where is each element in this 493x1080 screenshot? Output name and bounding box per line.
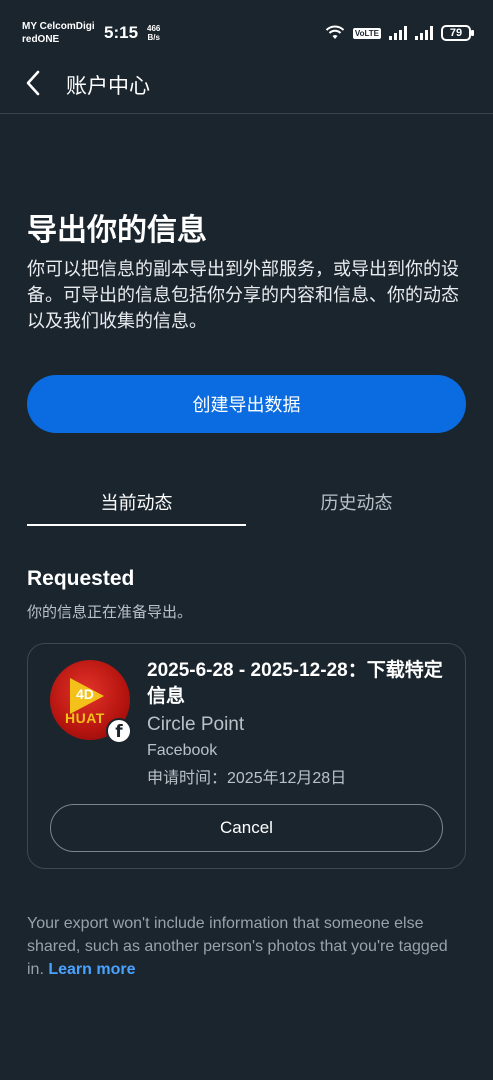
- battery-icon: 79: [441, 25, 474, 41]
- network-speed: 466 B/s: [147, 24, 160, 42]
- export-request-card: 4D HUAT f 2025-6-28 - 2025-12-28：下载特定信息 …: [27, 643, 466, 869]
- section-heading: 导出你的信息: [27, 214, 207, 247]
- tab-current-activity[interactable]: 当前动态: [27, 480, 246, 526]
- export-request-date: 申请时间：2025年12月28日: [147, 770, 347, 787]
- app-logo-text-bottom: HUAT: [65, 710, 105, 726]
- cancel-button[interactable]: Cancel: [50, 804, 443, 852]
- export-app-name: Circle Point: [147, 714, 245, 735]
- system-icons: VoLTE 79: [325, 23, 474, 43]
- volte-icon: VoLTE: [352, 27, 381, 39]
- chevron-left-icon: [26, 70, 40, 96]
- carrier-label: MY CelcomDigi redONE: [22, 20, 95, 46]
- tab-history-activity[interactable]: 历史动态: [247, 480, 466, 526]
- carrier-line-1: MY CelcomDigi: [22, 21, 95, 32]
- status-bar: MY CelcomDigi redONE 5:15 466 B/s VoLTE …: [0, 0, 493, 56]
- clock: 5:15: [104, 23, 139, 42]
- signal-icon-sim2: [415, 26, 433, 40]
- network-speed-value: 466: [147, 24, 161, 33]
- network-speed-unit: B/s: [147, 33, 160, 42]
- back-button[interactable]: [18, 68, 48, 98]
- facebook-icon: f: [106, 718, 132, 744]
- carrier-line-2: redONE: [22, 34, 60, 45]
- wifi-icon: [325, 25, 345, 39]
- section-description: 你可以把信息的副本导出到外部服务，或导出到你的设备。可导出的信息包括你分享的内容…: [27, 259, 459, 331]
- create-export-button[interactable]: 创建导出数据: [27, 375, 466, 433]
- page-title: 账户中心: [66, 75, 150, 98]
- requested-subtitle: 你的信息正在准备导出。: [27, 604, 193, 621]
- learn-more-link[interactable]: Learn more: [48, 961, 135, 978]
- requested-heading: Requested: [27, 567, 135, 590]
- signal-icon-sim1: [389, 26, 407, 40]
- app-logo-text-top: 4D: [76, 686, 94, 702]
- footer-note: Your export won't include information th…: [27, 912, 467, 981]
- export-source: Facebook: [147, 742, 218, 759]
- export-title: 2025-6-28 - 2025-12-28：下载特定信息: [147, 660, 443, 707]
- app-header: 账户中心: [0, 56, 493, 114]
- activity-tabs: 当前动态 历史动态: [27, 480, 466, 528]
